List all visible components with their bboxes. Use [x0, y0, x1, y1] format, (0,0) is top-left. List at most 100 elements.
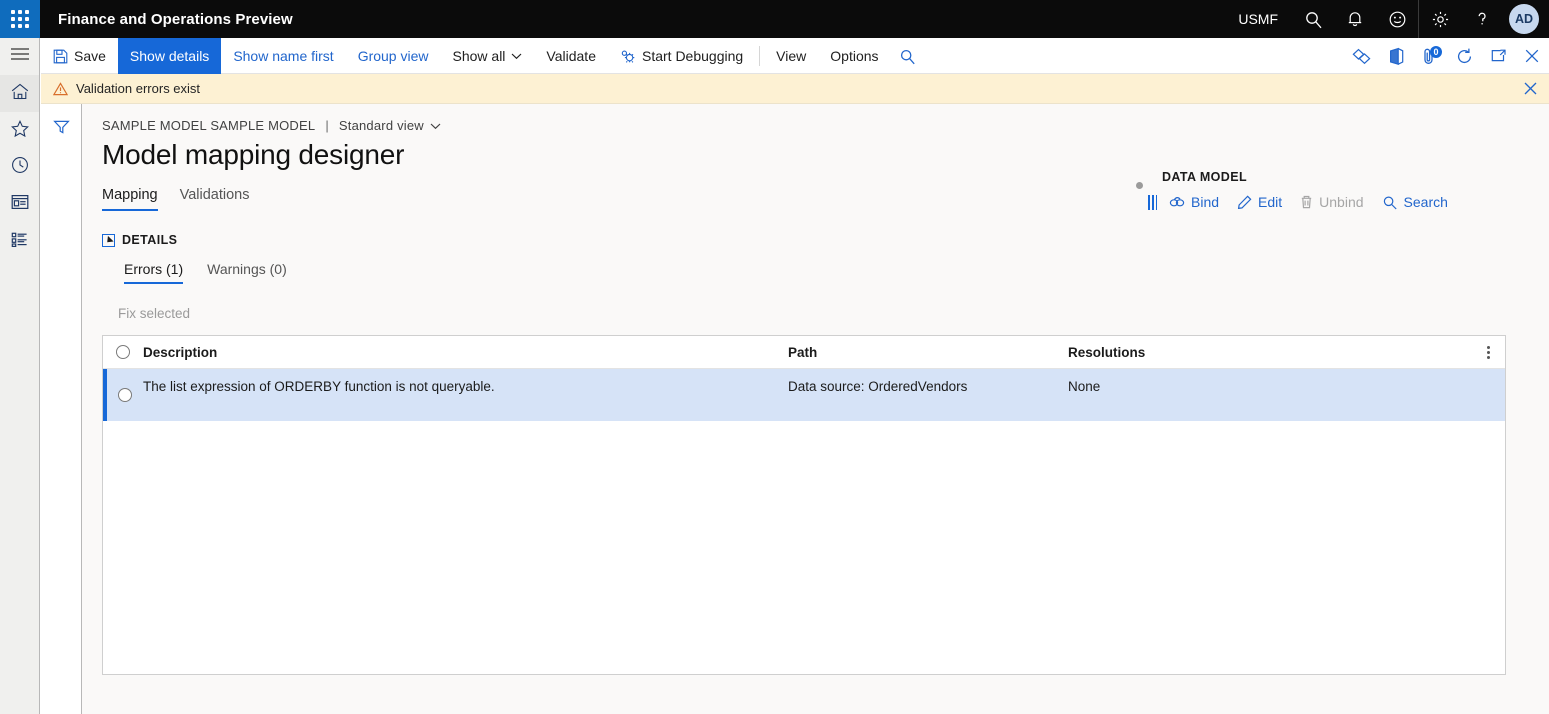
filter-funnel-icon[interactable] [47, 114, 75, 140]
details-section-title: DETAILS [122, 233, 178, 247]
gear-icon[interactable] [1419, 0, 1461, 38]
edit-button[interactable]: Edit [1237, 194, 1282, 210]
search-icon[interactable] [1292, 0, 1334, 38]
clock-icon [10, 155, 30, 180]
subtab-errors[interactable]: Errors (1) [124, 261, 184, 284]
subtab-warnings[interactable]: Warnings (0) [207, 261, 287, 284]
validation-errors-grid: Description Path Resolutions The list ex… [102, 335, 1506, 675]
chevron-down-icon [511, 52, 522, 60]
avatar[interactable]: AD [1509, 4, 1539, 34]
warning-triangle-icon [53, 81, 68, 96]
grid-toolbar: Fix selected [112, 302, 1549, 325]
unbind-button: Unbind [1300, 194, 1364, 210]
edit-label: Edit [1258, 194, 1283, 210]
command-bar: Save Show details Show name first Group … [41, 38, 1549, 74]
close-icon[interactable] [1522, 80, 1539, 97]
bind-link-icon [1169, 196, 1185, 209]
bind-button[interactable]: Bind [1169, 194, 1219, 210]
cell-description: The list expression of ORDERBY function … [143, 379, 495, 394]
save-disk-icon [53, 49, 68, 64]
save-label: Save [74, 48, 106, 64]
app-launcher-button[interactable] [0, 0, 40, 38]
top-navigation-bar: Finance and Operations Preview USMF AD [0, 0, 1549, 38]
workspace-window-icon [10, 193, 30, 216]
details-expander-icon[interactable] [102, 233, 115, 247]
show-details-button[interactable]: Show details [117, 38, 222, 74]
panel-handle-dot[interactable] [1136, 182, 1143, 189]
left-navigation-rail [0, 38, 40, 714]
question-mark-icon[interactable] [1461, 0, 1503, 38]
popout-icon[interactable] [1481, 38, 1515, 74]
select-all-cell [103, 345, 143, 359]
search-button[interactable]: Search [1382, 194, 1448, 210]
refresh-icon[interactable] [1447, 38, 1481, 74]
hamburger-menu-icon [10, 47, 30, 66]
details-subtabs: Errors (1) Warnings (0) [124, 261, 1549, 284]
save-button[interactable]: Save [41, 38, 118, 74]
data-model-panel: DATA MODEL Bind Edit Unbind Search [1126, 170, 1549, 210]
chevron-down-icon [424, 118, 441, 133]
column-header-description[interactable]: Description [143, 345, 788, 360]
breadcrumb: SAMPLE MODEL SAMPLE MODEL | Standard vie… [102, 104, 1549, 133]
validation-message-bar: Validation errors exist [41, 74, 1549, 104]
grid-header-row: Description Path Resolutions [103, 336, 1505, 369]
row-select-cell [107, 369, 143, 421]
column-header-resolutions[interactable]: Resolutions [1068, 345, 1505, 360]
table-row[interactable]: The list expression of ORDERBY function … [103, 369, 1505, 421]
show-all-label: Show all [452, 48, 506, 64]
search-icon [1382, 195, 1398, 210]
pencil-icon [1237, 195, 1252, 209]
page-title: Model mapping designer [102, 139, 405, 170]
relationships-icon[interactable] [1345, 38, 1379, 74]
more-options-icon[interactable] [1479, 336, 1497, 369]
start-debugging-button[interactable]: Start Debugging [608, 38, 755, 74]
sidebar-item-modules[interactable] [0, 223, 39, 260]
office-icon[interactable] [1379, 38, 1413, 74]
group-view-button[interactable]: Group view [346, 38, 441, 74]
sidebar-item-recent[interactable] [0, 149, 39, 186]
select-all-radio[interactable] [116, 345, 130, 359]
options-menu-button[interactable]: Options [818, 38, 890, 74]
bell-icon[interactable] [1334, 0, 1376, 38]
row-select-radio[interactable] [118, 388, 132, 402]
validate-button[interactable]: Validate [534, 38, 608, 74]
page-content: SAMPLE MODEL SAMPLE MODEL | Standard vie… [82, 104, 1549, 714]
validation-message-text: Validation errors exist [76, 81, 201, 96]
show-name-first-button[interactable]: Show name first [221, 38, 345, 74]
cell-path: Data source: OrderedVendors [788, 379, 968, 394]
sidebar-item-hamburger-menu[interactable] [0, 38, 39, 75]
start-debugging-label: Start Debugging [641, 48, 744, 64]
view-selector[interactable]: Standard view [339, 118, 441, 133]
tab-mapping[interactable]: Mapping [102, 187, 158, 211]
close-icon[interactable] [1515, 38, 1549, 74]
trash-icon [1300, 195, 1313, 209]
unbind-label: Unbind [1319, 194, 1364, 210]
app-title: Finance and Operations Preview [58, 10, 293, 28]
sidebar-item-favorites[interactable] [0, 112, 39, 149]
tab-validations[interactable]: Validations [180, 187, 250, 211]
smiley-icon[interactable] [1376, 0, 1418, 38]
sidebar-item-home[interactable] [0, 75, 39, 112]
show-all-dropdown[interactable]: Show all [441, 38, 535, 74]
breadcrumb-model: SAMPLE MODEL SAMPLE MODEL [102, 118, 316, 133]
details-section-header[interactable]: DETAILS [102, 233, 1549, 247]
attachments-badge: 0 [1430, 46, 1442, 58]
home-icon [10, 82, 30, 106]
app-launcher-icon [11, 10, 29, 28]
search-icon[interactable] [891, 38, 925, 74]
attachments-icon[interactable]: 0 [1413, 38, 1447, 74]
view-menu-button[interactable]: View [764, 38, 818, 74]
panel-splitter-handle[interactable] [1148, 194, 1157, 210]
command-bar-right-icons: 0 [1345, 38, 1549, 73]
company-selector[interactable]: USMF [1228, 11, 1292, 27]
column-header-path[interactable]: Path [788, 345, 1068, 360]
debug-gear-icon [620, 49, 636, 64]
sidebar-item-workspaces[interactable] [0, 186, 39, 223]
data-model-title: DATA MODEL [1162, 170, 1248, 184]
cell-resolutions: None [1068, 379, 1101, 394]
workspace: SAMPLE MODEL SAMPLE MODEL | Standard vie… [41, 104, 1549, 714]
star-icon [10, 119, 30, 143]
data-model-actions: Bind Edit Unbind Search [1148, 194, 1549, 210]
search-label: Search [1403, 194, 1448, 210]
fix-selected-button[interactable]: Fix selected [112, 302, 196, 325]
